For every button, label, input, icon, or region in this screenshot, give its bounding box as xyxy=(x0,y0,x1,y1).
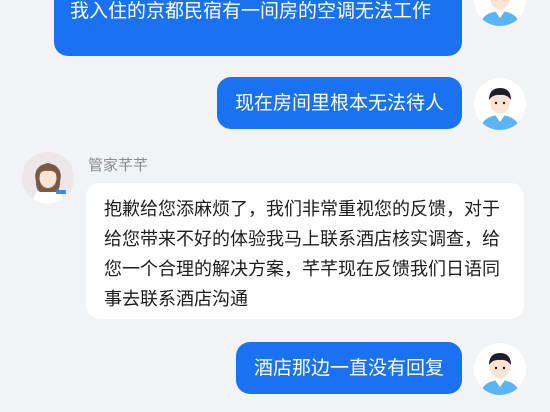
user-message-bubble: 现在房间里根本无法待人 xyxy=(216,77,462,129)
user-message-bubble: 我入住的京都民宿有一间房的空调无法工作 xyxy=(54,0,462,56)
user-avatar-icon[interactable] xyxy=(474,78,526,130)
user-message-bubble: 酒店那边一直没有回复 xyxy=(235,342,462,394)
agent-message-bubble: 抱歉给您添麻烦了，我们非常重视您的反馈，对于给您带来不好的体验我马上联系酒店核实… xyxy=(86,183,524,319)
user-avatar-icon[interactable] xyxy=(474,0,526,26)
user-message-text: 酒店那边一直没有回复 xyxy=(253,357,444,379)
agent-avatar-icon[interactable] xyxy=(22,152,74,204)
user-avatar-icon[interactable] xyxy=(474,343,526,395)
agent-name-label: 管家芊芊 xyxy=(88,156,149,174)
agent-message-text: 抱歉给您添麻烦了，我们非常重视您的反馈，对于给您带来不好的体验我马上联系酒店核实… xyxy=(104,199,500,310)
user-message-text: 现在房间里根本无法待人 xyxy=(234,92,444,114)
user-message-text: 我入住的京都民宿有一间房的空调无法工作 xyxy=(70,0,432,22)
